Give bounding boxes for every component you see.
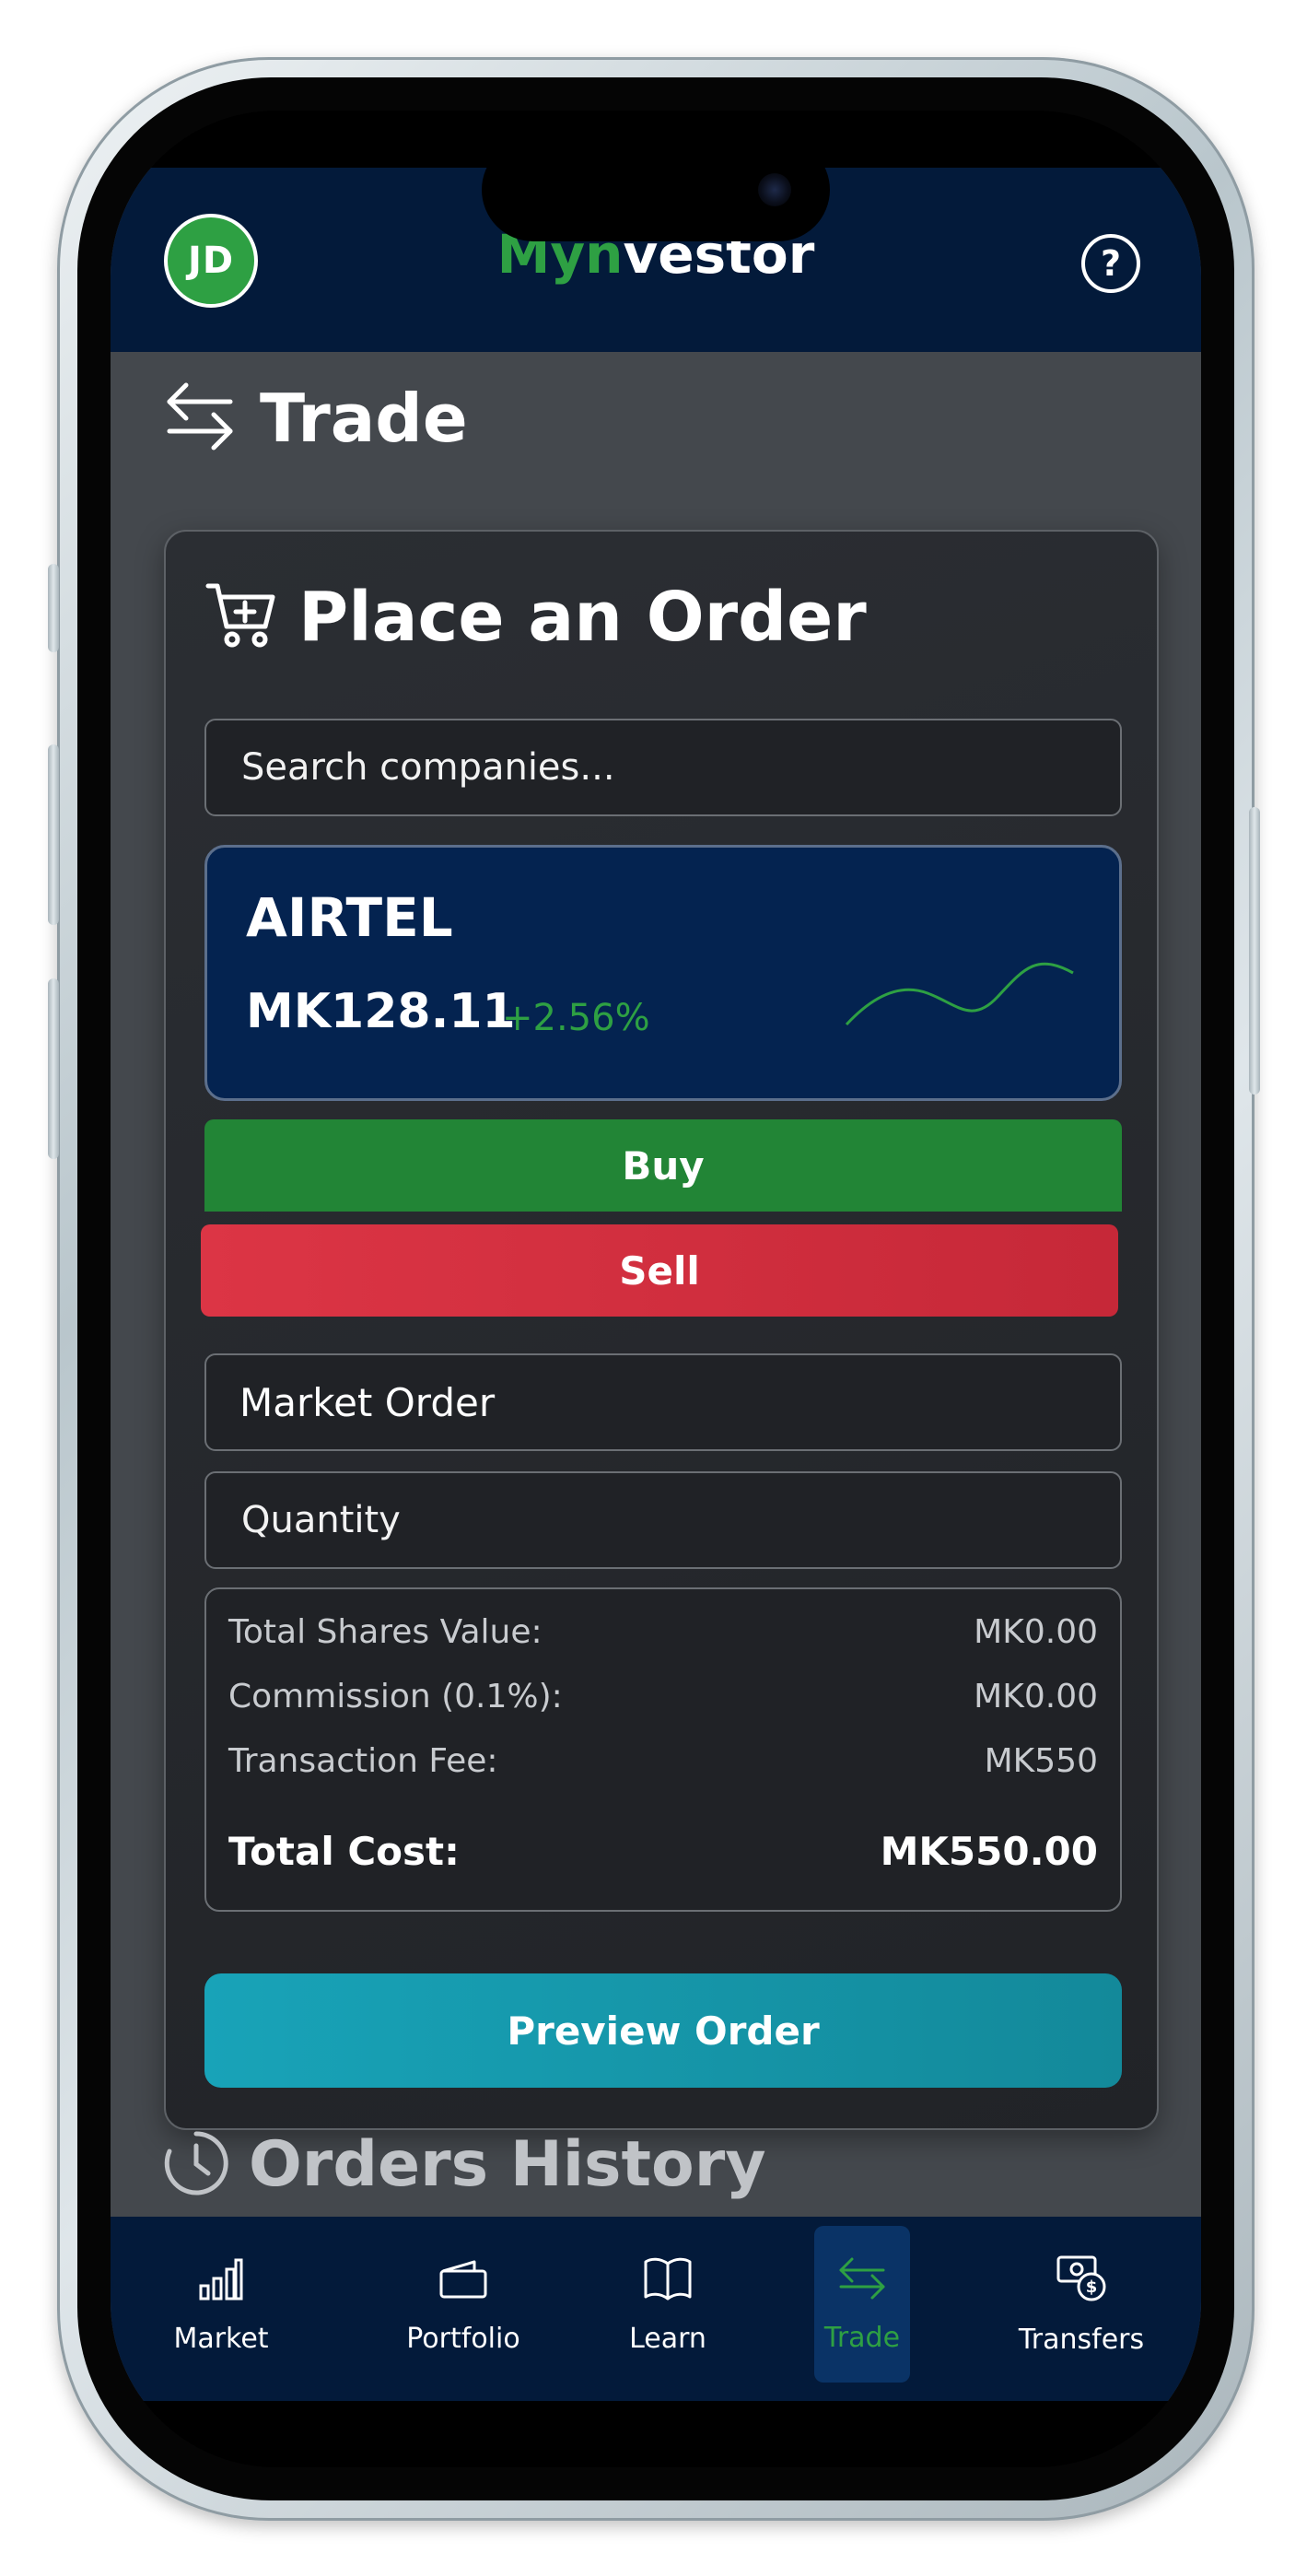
search-input[interactable] [239,745,1120,790]
order-type-select[interactable]: Market Order [204,1353,1122,1451]
quantity-input[interactable] [239,1498,1120,1542]
quantity-field [204,1471,1122,1569]
clock-icon [162,2129,230,2201]
summary-total-row: Total Cost: MK550.00 [228,1829,1098,1874]
cash-transfer-icon: $ [1055,2254,1108,2311]
nav-label: Trade [823,2321,901,2354]
summary-value: MK0.00 [974,1613,1098,1651]
order-type-value: Market Order [239,1379,496,1425]
summary-label: Total Shares Value: [228,1613,543,1651]
orders-history-title: Orders History [249,2128,766,2201]
volume-up-button [48,744,59,925]
bottom-nav: Market Portfolio Learn Trade $ Transfers [111,2217,1201,2401]
page-header: Trade [164,372,468,464]
summary-row: Transaction Fee: MK550 [228,1742,1098,1780]
question-circle-icon[interactable]: ? [1081,234,1140,293]
nav-item-transfers[interactable]: $ Transfers [1017,2226,1146,2383]
wallet-icon [438,2254,489,2310]
book-icon [642,2254,694,2310]
volume-down-button [48,978,59,1159]
bar-chart-icon [197,2254,245,2310]
arrows-left-right-icon [164,378,236,459]
card-title: Place an Order [298,578,867,657]
order-summary: Total Shares Value: MK0.00 Commission (0… [204,1587,1122,1912]
sparkline-chart [845,962,1074,1026]
nav-item-trade[interactable]: Trade [814,2226,910,2383]
page-title: Trade [260,380,468,457]
stock-change: +2.56% [502,997,650,1039]
phone-screen: JD Mynvestor ? Trade Place an Order Sear… [111,111,1201,2467]
power-button [1249,807,1260,1095]
svg-text:$: $ [1086,2277,1098,2297]
summary-value: MK0.00 [974,1678,1098,1715]
cart-plus-icon [204,579,278,656]
stock-price: MK128.11 [246,984,516,1039]
sell-button[interactable]: Sell [201,1224,1118,1317]
card-header: Place an Order [204,578,867,657]
search-field [204,719,1122,816]
camera-icon [758,173,791,206]
nav-item-market[interactable]: Market [166,2226,276,2383]
arrows-left-right-icon [837,2255,887,2309]
nav-label: Transfers [1018,2323,1145,2356]
nav-item-learn[interactable]: Learn [617,2226,718,2383]
home-indicator-area [111,2401,1201,2467]
summary-value: MK550 [984,1742,1098,1780]
stock-card[interactable]: AIRTEL MK128.11 +2.56% [204,845,1122,1101]
summary-label: Commission (0.1%): [228,1678,563,1715]
app: JD Mynvestor ? Trade Place an Order Sear… [111,168,1201,2401]
nav-item-portfolio[interactable]: Portfolio [387,2226,540,2383]
stock-name: AIRTEL [246,886,453,949]
order-card: Place an Order AIRTEL MK128.11 +2.56% Bu… [164,530,1159,2130]
dynamic-island [482,138,830,241]
orders-history-header: Orders History [162,2128,766,2201]
summary-label: Transaction Fee: [228,1742,498,1780]
total-value: MK550.00 [880,1829,1098,1874]
buy-button[interactable]: Buy [204,1119,1122,1212]
nav-label: Portfolio [406,2322,520,2355]
summary-row: Commission (0.1%): MK0.00 [228,1678,1098,1715]
total-label: Total Cost: [228,1829,460,1874]
preview-order-button[interactable]: Preview Order [204,1973,1122,2088]
action-button [48,564,59,652]
summary-row: Total Shares Value: MK0.00 [228,1613,1098,1651]
nav-label: Market [173,2322,269,2355]
nav-label: Learn [629,2322,706,2355]
